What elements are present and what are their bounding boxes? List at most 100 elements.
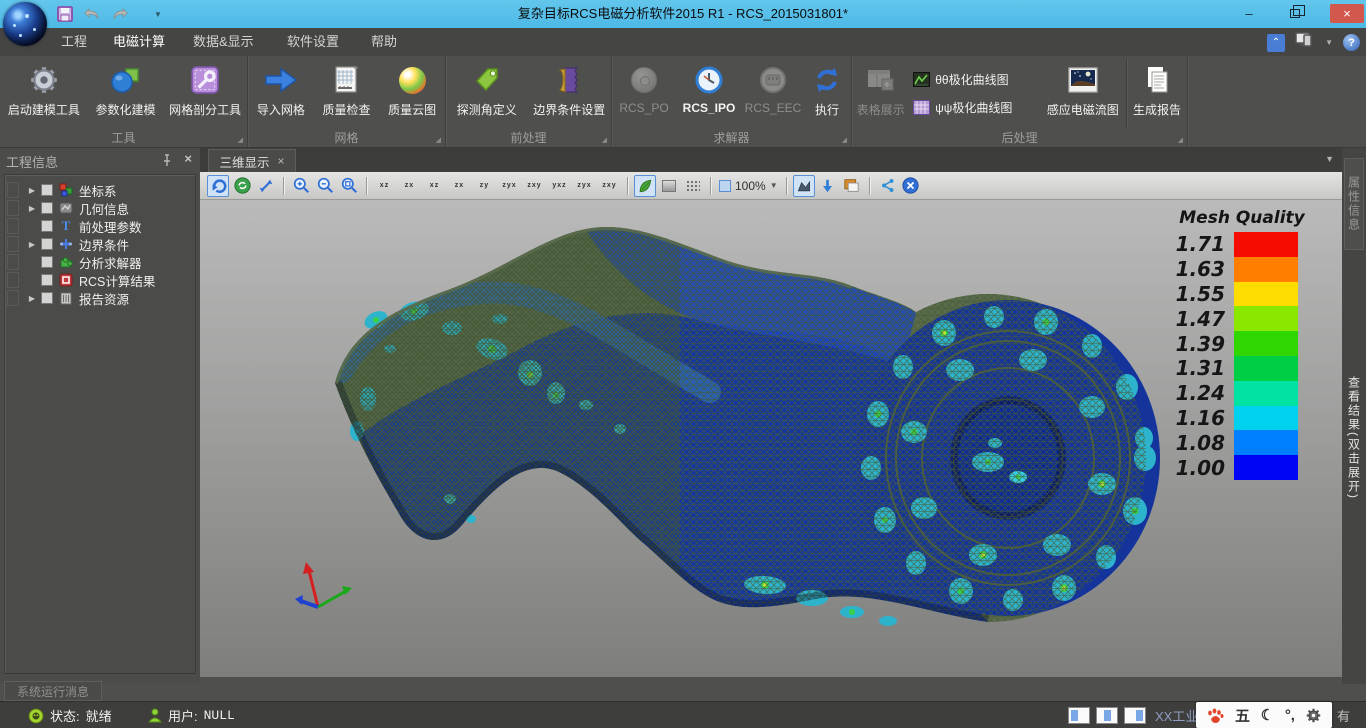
- mesh-partition-tool-button[interactable]: 网格剖分工具: [163, 59, 247, 127]
- view-orientation-button[interactable]: zx: [447, 175, 472, 197]
- induced-current-map-button[interactable]: 感应电磁流图: [1039, 59, 1126, 127]
- tree-checkbox[interactable]: [41, 184, 53, 196]
- menu-tab-project[interactable]: 工程: [46, 28, 102, 56]
- tree-item-preprocess-params[interactable]: ▶ T 前处理参数: [5, 217, 193, 235]
- rcs-po-button[interactable]: RCS_PO: [612, 59, 676, 127]
- view-orientation-button[interactable]: zx: [397, 175, 422, 197]
- menu-tab-help[interactable]: 帮助: [356, 28, 412, 56]
- layout-split-button[interactable]: [1096, 707, 1118, 724]
- ime-settings-icon[interactable]: [1306, 708, 1321, 723]
- quality-cloud-button[interactable]: 质量云图: [379, 59, 445, 127]
- view-orientation-button[interactable]: xz: [372, 175, 397, 197]
- quick-access-dropdown[interactable]: ▼: [148, 5, 168, 23]
- ime-punct-icon[interactable]: °,: [1285, 707, 1295, 724]
- tree-item-geometry-info[interactable]: ▶ 几何信息: [5, 199, 193, 217]
- 3d-viewport[interactable]: Mesh Quality 1.71 1.63 1.55 1.47 1.39 1.…: [200, 200, 1342, 677]
- tree-item-rcs-results[interactable]: ▶ RCS计算结果: [5, 271, 193, 289]
- menu-tab-settings[interactable]: 软件设置: [272, 28, 354, 56]
- generate-report-button[interactable]: 生成报告: [1126, 59, 1187, 127]
- layout-right-button[interactable]: [1124, 707, 1146, 724]
- save-button[interactable]: [55, 5, 75, 23]
- pin-icon[interactable]: [162, 154, 172, 172]
- expander-icon[interactable]: ▶: [25, 240, 39, 249]
- app-logo-icon[interactable]: [3, 2, 47, 46]
- import-view-button[interactable]: [817, 175, 839, 197]
- share-export-button[interactable]: [876, 175, 898, 197]
- tree-checkbox[interactable]: [41, 238, 53, 250]
- tree-checkbox[interactable]: [41, 292, 53, 304]
- tree-item-coordinate-system[interactable]: ▶ 坐标系: [5, 181, 193, 199]
- undo-button[interactable]: [82, 5, 102, 23]
- tab-system-messages[interactable]: 系统运行消息: [4, 681, 102, 701]
- expander-icon[interactable]: ▶: [25, 294, 39, 303]
- menu-tab-em-compute[interactable]: 电磁计算: [98, 28, 180, 56]
- tabbar-dropdown-icon[interactable]: ▼: [1325, 154, 1334, 164]
- minimize-button[interactable]: –: [1237, 4, 1261, 23]
- zoom-in-button[interactable]: [290, 175, 312, 197]
- boundary-condition-settings-button[interactable]: 边界条件设置: [528, 59, 612, 127]
- psi-polarization-curve-button[interactable]: ψψ极化曲线图: [909, 96, 1039, 118]
- ime-moon-icon[interactable]: ☾: [1261, 706, 1274, 724]
- expander-icon[interactable]: ▶: [25, 204, 39, 213]
- view-orientation-button[interactable]: zyx: [497, 175, 522, 197]
- group-expand-icon[interactable]: ◢: [602, 136, 607, 144]
- tree-checkbox[interactable]: [41, 202, 53, 214]
- tree-item-analysis-solver[interactable]: ▶ 分析求解器: [5, 253, 193, 271]
- view-orientation-button[interactable]: zxy: [522, 175, 547, 197]
- tree-item-report-resources[interactable]: ▶ 报告资源: [5, 289, 193, 307]
- group-expand-icon[interactable]: ◢: [238, 136, 243, 144]
- launch-modeling-tool-button[interactable]: 启动建模工具: [0, 59, 88, 127]
- tree-checkbox[interactable]: [41, 274, 53, 286]
- zoom-window-button[interactable]: [338, 175, 360, 197]
- import-mesh-button[interactable]: 导入网格: [248, 59, 314, 127]
- view-orientation-button[interactable]: xz: [422, 175, 447, 197]
- tab-3d-display[interactable]: 三维显示 ×: [208, 149, 296, 172]
- execute-button[interactable]: 执行: [804, 59, 850, 127]
- tab-property-info[interactable]: 属性信息: [1344, 158, 1364, 250]
- close-view-button[interactable]: [900, 175, 922, 197]
- tree-item-boundary-conditions[interactable]: ▶ 边界条件: [5, 235, 193, 253]
- probe-angle-define-button[interactable]: 探测角定义: [446, 59, 528, 127]
- zoom-out-button[interactable]: [314, 175, 336, 197]
- quality-check-button[interactable]: 质量检查: [314, 59, 380, 127]
- view-orientation-button[interactable]: yxz: [547, 175, 572, 197]
- tree-checkbox[interactable]: [41, 256, 53, 268]
- group-expand-icon[interactable]: ◢: [1178, 136, 1183, 144]
- shaded-mode-button[interactable]: [634, 175, 656, 197]
- tab-close-icon[interactable]: ×: [278, 154, 285, 168]
- view-orientation-button[interactable]: zy: [472, 175, 497, 197]
- theta-polarization-curve-button[interactable]: θθ极化曲线图: [909, 68, 1039, 90]
- restore-button[interactable]: [1283, 4, 1307, 23]
- close-button[interactable]: ×: [1330, 4, 1364, 23]
- expander-icon[interactable]: ▶: [25, 186, 39, 195]
- panel-close-icon[interactable]: ×: [184, 151, 192, 166]
- help-icon[interactable]: ?: [1343, 34, 1360, 51]
- display-dropdown[interactable]: ▼: [1325, 38, 1333, 47]
- redo-button[interactable]: [110, 5, 130, 23]
- wireframe-mode-button[interactable]: [682, 175, 704, 197]
- zoom-fit-button[interactable]: [255, 175, 277, 197]
- tree-checkbox[interactable]: [41, 220, 53, 232]
- rcs-ipo-button[interactable]: RCS_IPO: [676, 59, 742, 127]
- table-display-button[interactable]: 表格展示: [852, 59, 909, 127]
- view-orientation-button[interactable]: zyx: [572, 175, 597, 197]
- view-orientation-button[interactable]: zxy: [597, 175, 622, 197]
- zoom-dropdown-icon[interactable]: ▼: [770, 181, 778, 190]
- rcs-eec-button[interactable]: RCS_EEC: [742, 59, 804, 127]
- rotate-view-button[interactable]: [207, 175, 229, 197]
- tab-view-results[interactable]: 查看结果(双击展开): [1344, 368, 1364, 508]
- menu-tab-data-display[interactable]: 数据&显示: [178, 28, 269, 56]
- flat-mode-button[interactable]: [658, 175, 680, 197]
- parametric-modeling-button[interactable]: 参数化建模: [88, 59, 164, 127]
- group-expand-icon[interactable]: ◢: [842, 136, 847, 144]
- display-mode-button[interactable]: [1295, 32, 1315, 53]
- window-capture-button[interactable]: [841, 175, 863, 197]
- layout-left-button[interactable]: [1068, 707, 1090, 724]
- ribbon-collapse-button[interactable]: ⌃: [1267, 34, 1285, 52]
- ime-mode-label[interactable]: 五: [1235, 705, 1250, 726]
- zoom-percent-control[interactable]: 100% ▼: [719, 179, 778, 193]
- clip-plane-button[interactable]: [793, 175, 815, 197]
- group-expand-icon[interactable]: ◢: [436, 136, 441, 144]
- ime-toolbar[interactable]: 五 ☾ °,: [1196, 702, 1332, 728]
- pan-refresh-button[interactable]: [231, 175, 253, 197]
